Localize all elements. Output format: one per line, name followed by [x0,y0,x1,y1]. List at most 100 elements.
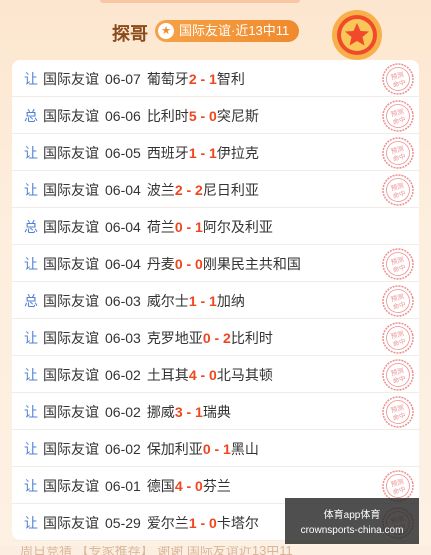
list-item[interactable]: 让国际友谊 06-02 保加利亚 0 - 1 黑山 [12,430,419,467]
bet-type-label: 让 [24,329,38,346]
match-score: 1 - 1 [188,292,217,309]
home-team: 保加利亚 [146,440,203,457]
list-item[interactable]: 总国际友谊 06-06 比利时 5 - 0 突尼斯 预测 命中 [12,97,419,134]
hit-stamp-icon: 预测命中 [382,285,414,317]
record-badge: ★ 国际友谊·近13中11 [155,20,300,42]
bet-type-label: 让 [24,255,38,272]
competition-name: 国际友谊 [43,329,99,346]
bet-type-label: 总 [24,107,38,124]
away-team: 尼日利亚 [202,181,259,198]
away-team: 瑞典 [202,403,231,420]
away-team: 比利时 [230,329,273,346]
match-date: 06-04 [105,218,141,235]
top-tab-indicator [100,0,300,3]
hit-stamp-icon: 预测命中 [382,137,414,169]
record-text: 国际友谊·近13中11 [179,23,290,38]
hit-stamp-icon: 预测命中 [382,322,414,354]
home-team: 克罗地亚 [146,329,203,346]
competition-name: 国际友谊 [43,107,99,124]
match-date: 06-04 [105,181,141,198]
watermark: 体育app体育 crownsports-china.com [285,498,419,544]
home-team: 波兰 [146,181,175,198]
prediction-list: 让国际友谊 06-07 葡萄牙 2 - 1 智利 预测 命中总国际友谊 06-06 比利时 5 -… [12,60,419,541]
match-date: 06-04 [105,255,141,272]
list-item[interactable]: 让国际友谊 06-04 丹麦 0 - 0 刚果民主共和国 预测 命中 [12,245,419,282]
competition-name: 国际友谊 [43,255,99,272]
match-date: 05-29 [105,514,141,531]
match-score: 4 - 0 [174,477,203,494]
expert-header: 探哥 ★ 国际友谊·近13中11 [0,10,431,60]
away-team: 芬兰 [202,477,231,494]
away-team: 伊拉克 [216,144,259,161]
bet-type-label: 让 [24,477,38,494]
competition-name: 国际友谊 [43,366,99,383]
competition-name: 国际友谊 [43,403,99,420]
home-team: 挪威 [146,403,175,420]
home-team: 土耳其 [146,366,189,383]
hit-stamp-icon: 预测命中 [382,63,414,95]
match-date: 06-06 [105,107,141,124]
bet-type-label: 让 [24,514,38,531]
home-team: 德国 [146,477,175,494]
hit-stamp-icon: 预测命中 [382,174,414,206]
match-date: 06-07 [105,70,141,87]
bet-type-label: 让 [24,70,38,87]
star-icon: ★ [158,23,174,39]
expert-name: 探哥 [112,24,148,44]
bottom-hint-text: 周日竞猜 【专家推荐】 谢谢 国际友谊近13中11 [20,546,293,555]
home-team: 葡萄牙 [146,70,189,87]
home-team: 西班牙 [146,144,189,161]
watermark-line1: 体育app体育 [323,510,381,521]
match-date: 06-02 [105,440,141,457]
bet-type-label: 让 [24,181,38,198]
match-date: 06-03 [105,329,141,346]
match-score: 0 - 1 [174,218,203,235]
list-item[interactable]: 让国际友谊 06-02 挪威 3 - 1 瑞典 预测 命中 [12,393,419,430]
list-item[interactable]: 让国际友谊 06-04 波兰 2 - 2 尼日利亚 预测 命中 [12,171,419,208]
match-date: 06-02 [105,403,141,420]
bottom-hint-strip: 周日竞猜 【专家推荐】 谢谢 国际友谊近13中11 [0,546,431,555]
list-item[interactable]: 总国际友谊 06-03 威尔士 1 - 1 加纳 预测 命中 [12,282,419,319]
list-item[interactable]: 让国际友谊 06-03 克罗地亚 0 - 2 比利时 预测 命中 [12,319,419,356]
competition-name: 国际友谊 [43,218,99,235]
hit-stamp-icon: 预测命中 [382,248,414,280]
home-team: 丹麦 [146,255,175,272]
match-date: 06-05 [105,144,141,161]
list-item[interactable]: 让国际友谊 06-05 西班牙 1 - 1 伊拉克 预测 命中 [12,134,419,171]
home-team: 比利时 [146,107,189,124]
match-score: 0 - 2 [202,329,231,346]
watermark-line2: crownsports-china.com [300,525,404,536]
away-team: 智利 [216,70,245,87]
medal-star-icon [332,10,382,60]
list-item[interactable]: 总国际友谊 06-04 荷兰 0 - 1 阿尔及利亚 [12,208,419,245]
away-team: 突尼斯 [216,107,259,124]
bet-type-label: 让 [24,366,38,383]
match-score: 1 - 1 [188,144,217,161]
hit-stamp-icon: 预测命中 [382,359,414,391]
bet-type-label: 总 [24,292,38,309]
match-score: 2 - 2 [174,181,203,198]
competition-name: 国际友谊 [43,292,99,309]
competition-name: 国际友谊 [43,144,99,161]
match-score: 5 - 0 [188,107,217,124]
hit-stamp-icon: 预测命中 [382,396,414,428]
competition-name: 国际友谊 [43,514,99,531]
match-score: 4 - 0 [188,366,217,383]
away-team: 刚果民主共和国 [202,255,301,272]
bet-type-label: 让 [24,403,38,420]
list-item[interactable]: 让国际友谊 06-07 葡萄牙 2 - 1 智利 预测 命中 [12,60,419,97]
match-score: 1 - 0 [188,514,217,531]
match-date: 06-03 [105,292,141,309]
match-score: 3 - 1 [174,403,203,420]
competition-name: 国际友谊 [43,440,99,457]
away-team: 北马其顿 [216,366,273,383]
away-team: 卡塔尔 [216,514,259,531]
home-team: 荷兰 [146,218,175,235]
bet-type-label: 让 [24,440,38,457]
competition-name: 国际友谊 [43,181,99,198]
home-team: 威尔士 [146,292,189,309]
match-date: 06-02 [105,366,141,383]
match-date: 06-01 [105,477,141,494]
list-item[interactable]: 让国际友谊 06-02 土耳其 4 - 0 北马其顿 预测 命中 [12,356,419,393]
match-score: 0 - 1 [202,440,231,457]
